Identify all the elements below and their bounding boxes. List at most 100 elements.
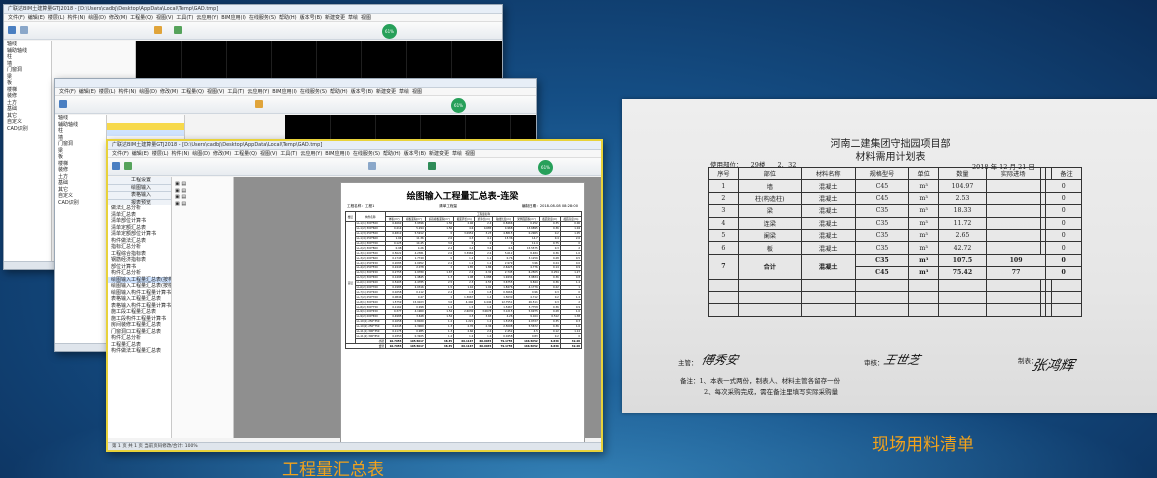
report-tree-item[interactable]: 绘图输入工程量汇总表(按楼层) xyxy=(108,283,171,290)
menu-item[interactable]: 在线服务(S) xyxy=(300,89,327,95)
draw-icon[interactable] xyxy=(255,100,263,108)
paper-total-cell: m³ xyxy=(908,253,940,268)
menu-item[interactable]: 视图(V) xyxy=(207,89,224,95)
menu-item[interactable]: 帮助(H) xyxy=(330,89,348,95)
menu-item[interactable]: 新建变更 xyxy=(325,15,345,21)
menu-item[interactable]: 新建变更 xyxy=(429,151,449,157)
menu-item[interactable]: 楼层(L) xyxy=(99,89,116,95)
component-tree[interactable]: 轴线 辅助轴线柱墙门窗洞梁板楼梯 装修 土方 基础 其它 自定义 CAD识别 xyxy=(4,41,52,263)
menu-item[interactable]: 构件(N) xyxy=(172,151,190,157)
paper-header-cell: 规格型号 xyxy=(854,166,910,181)
report-page: 绘图输入工程量汇总表-连梁 工程名称：工程1 清单工程量 编制日期：2018-0… xyxy=(340,182,585,445)
report-tree-item[interactable]: 构件做法工程量汇总表 xyxy=(108,348,171,355)
menu-item[interactable]: 工具(T) xyxy=(280,151,297,157)
menu-item[interactable]: 草绘 xyxy=(399,89,409,95)
paper-cell: 0 xyxy=(1045,179,1082,193)
menu-item[interactable]: 编辑(E) xyxy=(28,15,45,21)
total-cell: 105.5017 xyxy=(402,343,426,350)
paper-empty-cell xyxy=(1051,290,1082,305)
menu-item[interactable]: 版本号(B) xyxy=(351,89,373,95)
paper-cell: 11.72 xyxy=(938,216,987,230)
paper-empty-row xyxy=(708,290,1082,305)
save-icon[interactable] xyxy=(8,26,16,34)
model-tree[interactable]: ▣ ▤ ▣ ▤ ▣ ▤ ▣ ▤ xyxy=(172,177,234,438)
menu-item[interactable]: BIM应用(I) xyxy=(272,89,297,95)
nav-item[interactable]: 绘图输入 xyxy=(108,185,171,192)
menu-item[interactable]: 工具(T) xyxy=(176,15,193,21)
menu-item[interactable]: 工程量(Q) xyxy=(234,151,257,157)
paper-empty-cell xyxy=(800,278,856,292)
menu-item[interactable]: 视图 xyxy=(361,15,371,21)
menu-item[interactable]: 编辑(E) xyxy=(132,151,149,157)
menu-item[interactable]: 工程量(Q) xyxy=(130,15,153,21)
paper-cell: m³ xyxy=(908,191,940,206)
menu-item[interactable]: 视图 xyxy=(412,89,422,95)
menu-item[interactable]: 在线服务(S) xyxy=(249,15,276,21)
menu-item[interactable]: 绘图(D) xyxy=(139,89,157,95)
menu-item[interactable]: BIM应用(I) xyxy=(325,151,350,157)
menu-item[interactable]: 文件(F) xyxy=(59,89,76,95)
menu-item[interactable]: 修改(M) xyxy=(213,151,231,157)
menu-item[interactable]: 楼层(L) xyxy=(48,15,65,21)
menu-item[interactable]: 构件(N) xyxy=(68,15,86,21)
calc-icon[interactable] xyxy=(174,26,182,34)
menu-item[interactable]: 云应用(Y) xyxy=(247,89,269,95)
menu-item[interactable]: 编辑(E) xyxy=(79,89,96,95)
paper-total-cell: C45 xyxy=(854,266,910,280)
menu-item[interactable]: 新建变更 xyxy=(376,89,396,95)
paper-empty-cell xyxy=(800,303,856,317)
menu-item[interactable]: 绘图(D) xyxy=(88,15,106,21)
layer-icon[interactable] xyxy=(154,26,162,34)
export-icon[interactable] xyxy=(124,162,132,170)
menu-item[interactable]: 视图 xyxy=(465,151,475,157)
paper-cell xyxy=(985,216,1041,230)
menu-item[interactable]: 版本号(B) xyxy=(404,151,426,157)
excel-icon[interactable] xyxy=(428,162,436,170)
menu-item[interactable]: 版本号(B) xyxy=(300,15,322,21)
menu-item[interactable]: 文件(F) xyxy=(112,151,129,157)
toolbar[interactable]: 61% xyxy=(108,158,601,176)
menu-item[interactable]: 帮助(H) xyxy=(279,15,297,21)
menu-item[interactable]: 修改(M) xyxy=(160,89,178,95)
paper-empty-cell xyxy=(1051,278,1082,292)
menu-item[interactable]: BIM应用(I) xyxy=(221,15,246,21)
total-cell: 166.5652 xyxy=(513,343,540,350)
tree-item[interactable]: ▣ ▤ xyxy=(172,201,233,208)
toolbar[interactable]: 61% xyxy=(55,96,536,114)
menu-item[interactable]: 在线服务(S) xyxy=(353,151,380,157)
menu-item[interactable]: 文件(F) xyxy=(8,15,25,21)
menu-item[interactable]: 草绘 xyxy=(452,151,462,157)
menu-item[interactable]: 构件(N) xyxy=(119,89,137,95)
menu-item[interactable]: 帮助(H) xyxy=(383,151,401,157)
menu-bar[interactable]: 文件(F) 编辑(E) 楼层(L) 构件(N) 绘图(D) 修改(M) 工程量(Q) 视图(V… xyxy=(55,88,536,96)
nav-item[interactable]: 表格输入 xyxy=(108,192,171,200)
menu-item[interactable]: 楼层(L) xyxy=(152,151,169,157)
software-window-front[interactable]: 广联达BIM土建算量GTJ2018 - [D:\Users\cadbj\Desk… xyxy=(106,139,603,452)
paper-cell: 混凝土 xyxy=(800,228,856,243)
menu-bar[interactable]: 文件(F) 编辑(E) 楼层(L) 构件(N) 绘图(D) 修改(M) 工程量(Q) 视图(V… xyxy=(108,150,601,158)
menu-item[interactable]: 云应用(Y) xyxy=(196,15,218,21)
print-icon[interactable] xyxy=(112,162,120,170)
menu-item[interactable]: 视图(V) xyxy=(156,15,173,21)
menu-bar[interactable]: 文件(F) 编辑(E) 楼层(L) 构件(N) 绘图(D) 修改(M) 工程量(Q) 视图(V… xyxy=(4,14,502,22)
paper-cell: 42.72 xyxy=(938,241,987,255)
menu-item[interactable]: 绘图(D) xyxy=(192,151,210,157)
paper-empty-cell xyxy=(854,278,910,292)
menu-item[interactable]: 云应用(Y) xyxy=(300,151,322,157)
save-icon[interactable] xyxy=(59,100,67,108)
menu-item[interactable]: 草绘 xyxy=(348,15,358,21)
nav-item[interactable]: 工程设置 xyxy=(108,177,171,185)
list-item[interactable] xyxy=(107,129,184,136)
toolbar[interactable]: 61% xyxy=(4,22,502,40)
menu-item[interactable]: 工程量(Q) xyxy=(181,89,204,95)
menu-item[interactable]: 视图(V) xyxy=(260,151,277,157)
undo-icon[interactable] xyxy=(20,26,28,34)
menu-item[interactable]: 工具(T) xyxy=(227,89,244,95)
zoom-icon[interactable] xyxy=(368,162,376,170)
cad-canvas[interactable] xyxy=(136,41,502,81)
report-tree[interactable]: 做法汇总分析 清单汇总表 清单部位计算书 清单定额汇总表 清单定额部位计算书 构件做法汇总… xyxy=(108,205,172,438)
tree-item[interactable]: CAD识别 xyxy=(4,126,51,133)
menu-item[interactable]: 修改(M) xyxy=(109,15,127,21)
tree-item[interactable]: CAD识别 xyxy=(55,200,106,207)
component-tree[interactable]: 轴线 辅助轴线柱墙门窗洞梁板楼梯 装修 土方 基础 其它 自定义 CAD识别 xyxy=(55,115,107,345)
